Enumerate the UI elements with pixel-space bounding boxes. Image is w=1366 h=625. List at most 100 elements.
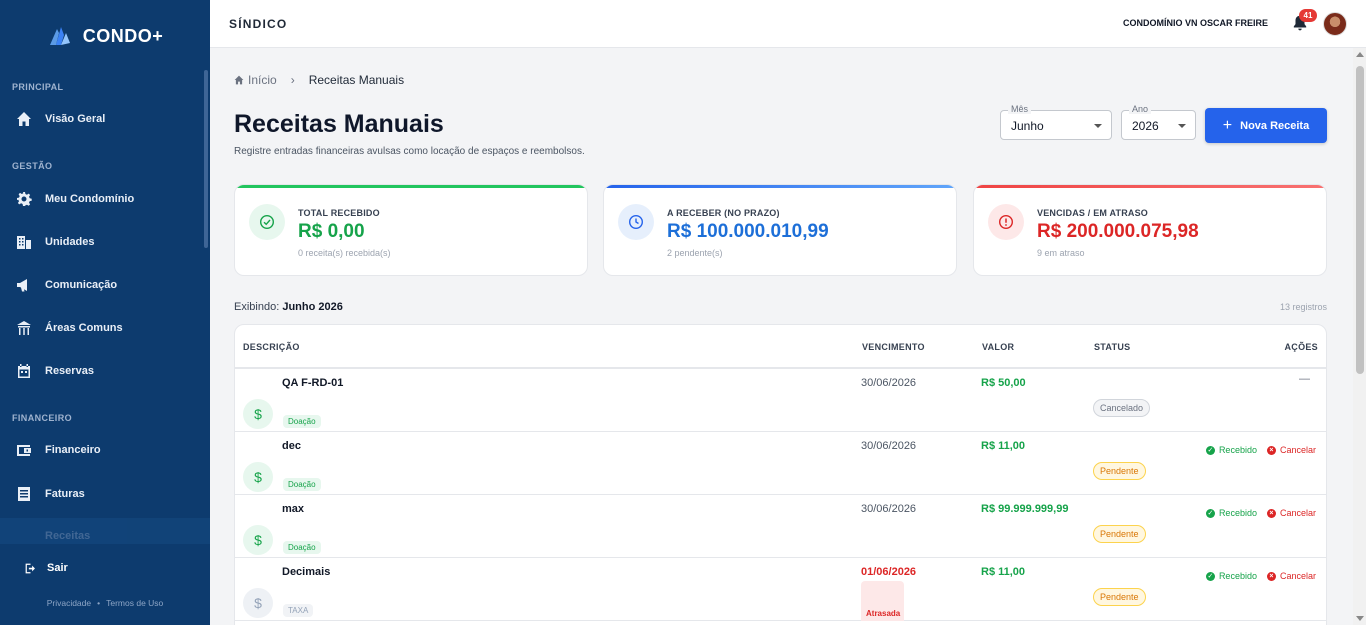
sidebar-item-areas-comuns[interactable]: Áreas Comuns: [0, 310, 206, 346]
cancel-button[interactable]: × Cancelar: [1266, 445, 1316, 455]
table-row[interactable]: $ dec Doação 30/06/2026 R$ 11,00 Pendent…: [235, 432, 1326, 495]
sidebar-item-reservas[interactable]: Reservas: [0, 353, 206, 389]
sidebar-item-meu-condominio[interactable]: Meu Condomínio: [0, 181, 206, 217]
no-actions: —: [1299, 373, 1310, 385]
clock-icon: [618, 204, 654, 240]
card-subtext: 2 pendente(s): [667, 248, 723, 258]
scroll-up-icon[interactable]: [1356, 52, 1364, 57]
column-header-due[interactable]: VENCIMENTO: [862, 342, 925, 352]
row-description: QA F-RD-01: [282, 377, 344, 389]
sidebar-item-label: Unidades: [45, 236, 95, 248]
row-due-date: 01/06/2026: [861, 566, 917, 578]
role-title: SÍNDICO: [229, 17, 288, 31]
cancel-button[interactable]: × Cancelar: [1266, 508, 1316, 518]
status-badge: Pendente: [1093, 462, 1146, 480]
check-icon: ✓: [1205, 445, 1215, 455]
alert-circle-icon: [988, 204, 1024, 240]
sidebar-item-financeiro[interactable]: Financeiro: [0, 432, 206, 468]
action-label: Recebido: [1218, 508, 1257, 518]
home-icon: [17, 112, 31, 126]
dollar-icon: $: [243, 399, 273, 429]
month-select[interactable]: Mês Junho: [1000, 104, 1112, 140]
table-row[interactable]: $ Decimais TAXA 01/06/2026 Atrasada R$ 1…: [235, 558, 1326, 621]
cancel-button[interactable]: × Cancelar: [1266, 571, 1316, 581]
year-select[interactable]: Ano 2026: [1121, 104, 1196, 140]
pavilion-icon: [17, 321, 31, 335]
category-tag: Doação: [283, 415, 321, 428]
row-actions: ✓ Recebido × Cancelar: [1205, 508, 1316, 518]
scroll-down-icon[interactable]: [1356, 616, 1364, 621]
new-receipt-label: Nova Receita: [1240, 119, 1310, 132]
status-badge: Cancelado: [1093, 399, 1151, 417]
card-accent-bar: [974, 185, 1326, 188]
sidebar-item-receitas[interactable]: Receitas: [0, 518, 210, 544]
card-subtext: 9 em atraso: [1037, 248, 1085, 258]
breadcrumb: Início › Receitas Manuais: [234, 73, 404, 87]
row-actions: ✓ Recebido × Cancelar: [1205, 571, 1316, 581]
calendar-icon: [18, 364, 30, 378]
brand[interactable]: CONDO+: [0, 0, 210, 72]
document-icon: [18, 487, 30, 501]
dollar-icon: $: [243, 462, 273, 492]
logout-label: Sair: [47, 562, 68, 574]
column-header-actions: AÇÕES: [1284, 342, 1318, 352]
sidebar-item-unidades[interactable]: Unidades: [0, 224, 206, 260]
logout-icon: [25, 563, 35, 573]
avatar[interactable]: [1323, 12, 1347, 36]
terms-link[interactable]: Termos de Uso: [106, 598, 163, 608]
sidebar: CONDO+ PRINCIPAL Visão Geral GESTÃO Meu …: [0, 0, 210, 625]
building-icon: [17, 236, 31, 249]
breadcrumb-current: Receitas Manuais: [308, 73, 405, 87]
year-select-value: 2026: [1132, 119, 1159, 133]
close-icon: ×: [1266, 508, 1276, 518]
notification-badge: 41: [1299, 9, 1317, 22]
logo-icon: [49, 27, 70, 45]
table-row[interactable]: $ max Doação 30/06/2026 R$ 99.999.999,99…: [235, 495, 1326, 558]
column-header-description[interactable]: DESCRIÇÃO: [243, 342, 300, 352]
wallet-icon: [17, 445, 31, 456]
action-label: Cancelar: [1279, 508, 1316, 518]
logout-button[interactable]: Sair: [0, 556, 206, 580]
action-label: Recebido: [1218, 571, 1257, 581]
breadcrumb-home[interactable]: Início: [248, 73, 277, 87]
sidebar-scrollbar[interactable]: [204, 70, 208, 248]
category-tag: TAXA: [283, 604, 314, 617]
column-header-status[interactable]: STATUS: [1094, 342, 1130, 352]
dollar-icon: $: [243, 588, 273, 618]
sidebar-item-visao-geral[interactable]: Visão Geral: [0, 101, 206, 137]
row-value: R$ 99.999.999,99: [981, 503, 1069, 515]
sidebar-item-label: Financeiro: [45, 444, 101, 456]
status-badge: Pendente: [1093, 588, 1146, 606]
card-accent-bar: [604, 185, 956, 188]
card-subtext: 0 receita(s) recebida(s): [298, 248, 391, 258]
row-description: dec: [282, 440, 301, 452]
action-label: Cancelar: [1279, 445, 1316, 455]
year-select-label: Ano: [1129, 104, 1152, 114]
chevron-down-icon: [1178, 124, 1186, 128]
sidebar-item-label: Visão Geral: [45, 113, 106, 125]
topbar: SÍNDICO CONDOMÍNIO VN OSCAR FREIRE 41: [210, 0, 1366, 48]
sidebar-item-comunicacao[interactable]: Comunicação: [0, 267, 206, 303]
category-tag: Doação: [283, 541, 321, 554]
privacy-link[interactable]: Privacidade: [47, 598, 91, 608]
megaphone-icon: [17, 279, 27, 292]
sidebar-item-faturas[interactable]: Faturas: [0, 476, 206, 512]
listing-period-value: Junho 2026: [282, 301, 343, 313]
card-value: R$ 0,00: [298, 221, 365, 242]
row-description: Decimais: [282, 566, 331, 578]
card-title: VENCIDAS / EM ATRASO: [1037, 208, 1149, 218]
home-icon: [234, 75, 244, 85]
new-receipt-button[interactable]: + Nova Receita: [1205, 108, 1327, 143]
column-header-value[interactable]: VALOR: [982, 342, 1014, 352]
close-icon: ×: [1266, 571, 1276, 581]
mark-received-button[interactable]: ✓ Recebido: [1205, 571, 1257, 581]
scrollbar-thumb[interactable]: [1356, 66, 1364, 374]
table-row[interactable]: $ QA F-RD-01 Doação 30/06/2026 R$ 50,00 …: [235, 369, 1326, 432]
listing-label: Exibindo:: [234, 301, 280, 313]
mark-received-button[interactable]: ✓ Recebido: [1205, 508, 1257, 518]
condo-name[interactable]: CONDOMÍNIO VN OSCAR FREIRE: [1123, 18, 1268, 28]
main-content: Início › Receitas Manuais Receitas Manua…: [210, 48, 1352, 625]
mark-received-button[interactable]: ✓ Recebido: [1205, 445, 1257, 455]
page-scrollbar[interactable]: [1353, 48, 1366, 625]
page-title: Receitas Manuais: [234, 110, 444, 138]
